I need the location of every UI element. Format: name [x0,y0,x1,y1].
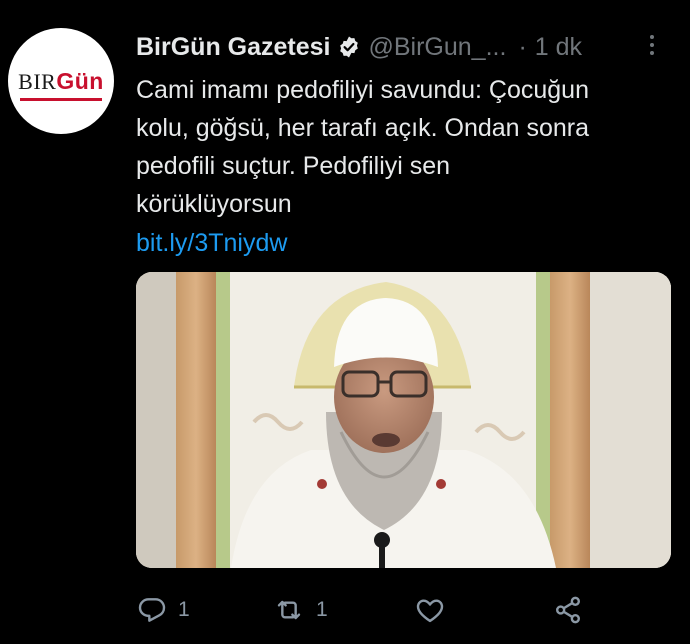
retweet-button[interactable]: 1 [272,590,328,630]
tweet-text-line: Cami imamı pedofiliyi savundu: Çocuğun [136,76,589,104]
verified-badge-icon [337,35,361,59]
retweet-icon [272,594,306,626]
author-name[interactable]: BirGün Gazetesi [136,33,331,62]
reply-icon [136,594,168,626]
tweet-text: Cami imamı pedofiliyi savundu: Çocuğun k… [136,71,676,223]
tweet-text-line: pedofili suçtur. Pedofiliyi sen [136,152,451,180]
share-icon [552,594,584,626]
timestamp[interactable]: 1 dk [535,33,582,62]
tweet-header: BirGün Gazetesi @BirGun_... · 1 dk [136,30,670,64]
tweet-text-line: kolu, göğsü, her tarafı açık. Ondan sonr… [136,114,590,142]
video-thumbnail[interactable] [136,272,671,568]
tweet-text-line: körüklüyorsun [136,190,292,218]
separator-dot: · [518,32,527,61]
heart-icon [414,594,446,626]
video-frame-image [136,272,671,568]
share-button[interactable] [552,590,584,630]
reply-button[interactable]: 1 [136,590,190,630]
avatar[interactable]: BIRGün [8,28,114,134]
author-handle[interactable]: @BirGun_... [369,33,507,62]
tweet-actions: 1 1 [136,590,676,630]
more-options-icon[interactable] [644,30,660,60]
reply-count: 1 [178,598,190,621]
retweet-count: 1 [316,598,328,621]
birgun-logo: BIRGün [18,68,104,101]
like-button[interactable] [414,590,456,630]
tweet-link[interactable]: bit.ly/3Tniydw [136,224,287,262]
